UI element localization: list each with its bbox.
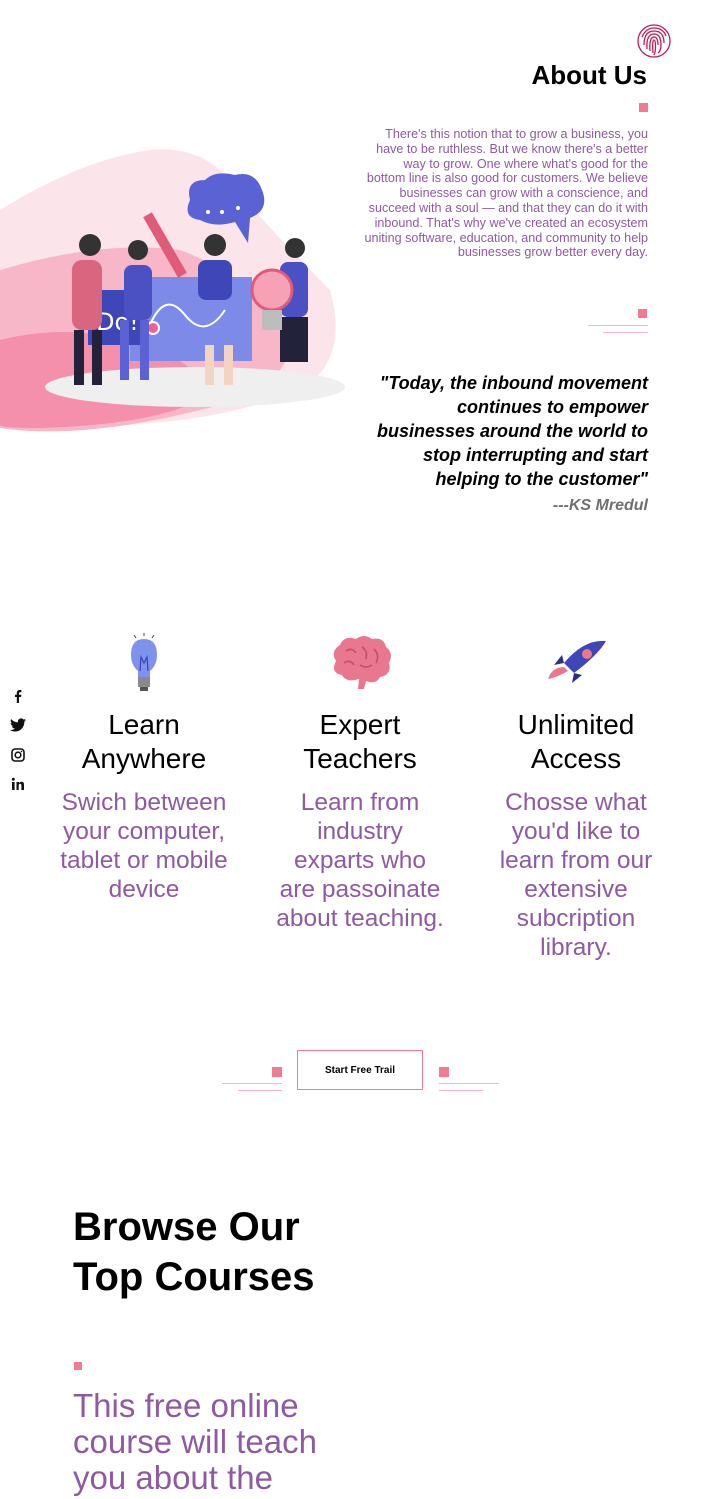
accent-square — [439, 1067, 449, 1077]
divider — [222, 1083, 282, 1084]
brain-icon — [326, 633, 396, 698]
feature-desc: Chosse what you'd like to learn from our… — [499, 789, 653, 961]
divider — [439, 1090, 483, 1091]
quote-text: "Today, the inbound movement continues t… — [376, 373, 648, 489]
divider — [238, 1090, 282, 1091]
accent-square — [638, 309, 647, 318]
facebook-icon[interactable] — [8, 686, 28, 706]
rocket-icon — [544, 633, 610, 694]
lightbulb-icon — [114, 633, 174, 698]
divider — [588, 325, 648, 326]
divider — [439, 1083, 499, 1084]
feature-desc: Learn from industry exparts who are pass… — [276, 789, 444, 932]
feature-title: Unlimited Access — [517, 709, 635, 774]
feature-desc: Swich between your computer, tablet or m… — [60, 789, 228, 903]
browse-description: This free online course will teach you a… — [73, 1387, 317, 1496]
browse-title: Browse Our Top Courses — [73, 1205, 315, 1299]
quote-author: ---KS Mredul — [552, 497, 648, 514]
feature-expert-teachers: Expert Teachers Learn from industry expa… — [275, 708, 445, 933]
divider — [603, 332, 648, 333]
feature-title: Learn Anywhere — [81, 709, 207, 774]
linkedin-icon[interactable] — [8, 774, 28, 794]
accent-square — [272, 1067, 282, 1077]
feature-title: Expert Teachers — [303, 709, 417, 774]
hero-illustration: Do! — [0, 140, 350, 440]
about-title: About Us — [531, 60, 647, 90]
feature-unlimited-access: Unlimited Access Chosse what you'd like … — [491, 708, 661, 962]
fingerprint-icon[interactable] — [636, 23, 672, 59]
start-free-trial-button[interactable]: Start Free Trail — [297, 1050, 423, 1090]
instagram-icon[interactable] — [8, 745, 28, 765]
about-text: There's this notion that to grow a busin… — [364, 127, 648, 260]
feature-learn-anywhere: Learn Anywhere Swich between your comput… — [59, 708, 229, 904]
twitter-icon[interactable] — [8, 715, 28, 735]
accent-square — [74, 1362, 82, 1370]
accent-square — [639, 103, 648, 112]
